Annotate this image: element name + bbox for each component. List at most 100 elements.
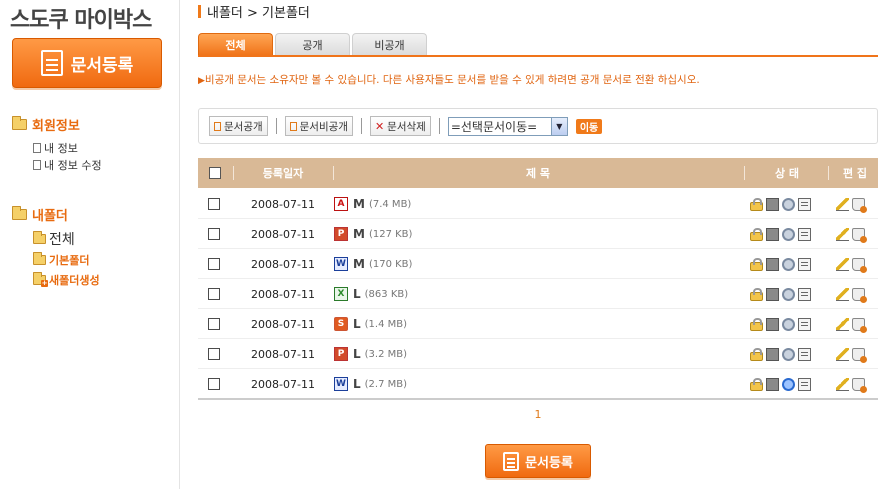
webpage-icon[interactable] bbox=[798, 317, 811, 331]
register-document-button-bottom[interactable]: 문서등록 bbox=[485, 444, 591, 478]
file-size: (1.4 MB) bbox=[364, 318, 408, 330]
header-title: 제 목 bbox=[525, 167, 551, 180]
row-checkbox-cell bbox=[208, 339, 220, 369]
chevron-down-icon[interactable]: ▼ bbox=[550, 117, 567, 135]
word-file-icon: W bbox=[334, 257, 348, 271]
row-title[interactable]: S L (1.4 MB) bbox=[334, 309, 407, 339]
row-checkbox[interactable] bbox=[208, 378, 220, 390]
member-info-section[interactable]: 회원정보 bbox=[12, 115, 80, 134]
row-checkbox[interactable] bbox=[208, 228, 220, 240]
row-checkbox-cell bbox=[208, 189, 220, 219]
ie-icon[interactable] bbox=[782, 197, 795, 211]
make-public-button[interactable]: 문서공개 bbox=[209, 116, 268, 136]
row-checkbox[interactable] bbox=[208, 198, 220, 210]
select-all-checkbox[interactable] bbox=[209, 167, 221, 179]
delete-document-button[interactable]: ✕ 문서삭제 bbox=[369, 116, 431, 136]
page-number[interactable]: 1 bbox=[535, 408, 542, 421]
file-name[interactable]: L bbox=[353, 317, 361, 331]
file-name[interactable]: M bbox=[353, 197, 365, 211]
tab-all[interactable]: 전체 bbox=[198, 33, 273, 55]
pencil-icon[interactable] bbox=[836, 377, 849, 391]
delete-icon[interactable] bbox=[852, 317, 867, 333]
webpage-icon[interactable] bbox=[798, 227, 811, 241]
webpage-icon[interactable] bbox=[798, 347, 811, 361]
row-checkbox[interactable] bbox=[208, 258, 220, 270]
move-document-select[interactable]: =선택문서이동= ▼ bbox=[447, 116, 568, 136]
screen-icon[interactable] bbox=[766, 377, 779, 391]
notice-message: 비공개 문서는 소유자만 볼 수 있습니다. 다른 사용자들도 문서를 받을 수… bbox=[204, 74, 700, 86]
lock-icon[interactable] bbox=[750, 257, 763, 271]
table-header: 등록일자 제 목 상 태 편 집 bbox=[198, 158, 878, 188]
pencil-icon[interactable] bbox=[836, 317, 849, 331]
file-size: (863 KB) bbox=[364, 288, 409, 300]
ie-icon[interactable] bbox=[782, 287, 795, 301]
lock-icon[interactable] bbox=[750, 377, 763, 391]
screen-icon[interactable] bbox=[766, 317, 779, 331]
sidebar-item-all-folder[interactable]: 전체 bbox=[33, 229, 75, 249]
sidebar-item-basic-folder[interactable]: 기본폴더 bbox=[33, 252, 89, 268]
pencil-icon[interactable] bbox=[836, 287, 849, 301]
delete-icon[interactable] bbox=[852, 377, 867, 393]
row-title[interactable]: W L (2.7 MB) bbox=[334, 369, 407, 399]
pencil-icon[interactable] bbox=[836, 257, 849, 271]
pencil-icon[interactable] bbox=[836, 227, 849, 241]
make-private-button[interactable]: 문서비공개 bbox=[284, 116, 353, 136]
delete-icon[interactable] bbox=[852, 347, 867, 363]
lock-icon[interactable] bbox=[750, 227, 763, 241]
row-checkbox[interactable] bbox=[208, 348, 220, 360]
row-title[interactable]: A M (7.4 MB) bbox=[334, 189, 411, 219]
document-toolbar: 문서공개 문서비공개 ✕ 문서삭제 =선택문서이동= ▼ 이동 bbox=[198, 108, 878, 144]
lock-icon[interactable] bbox=[750, 287, 763, 301]
move-button[interactable]: 이동 bbox=[575, 118, 603, 134]
row-title[interactable]: P L (3.2 MB) bbox=[334, 339, 407, 369]
sidebar-item-label: 새폴더생성 bbox=[49, 274, 100, 287]
pencil-icon[interactable] bbox=[836, 347, 849, 361]
row-checkbox-cell bbox=[208, 219, 220, 249]
row-title[interactable]: X L (863 KB) bbox=[334, 279, 408, 309]
screen-icon[interactable] bbox=[766, 287, 779, 301]
my-folder-section[interactable]: 내폴더 bbox=[12, 205, 68, 224]
ie-icon[interactable] bbox=[782, 377, 795, 391]
screen-icon[interactable] bbox=[766, 227, 779, 241]
row-checkbox[interactable] bbox=[208, 288, 220, 300]
tab-private[interactable]: 비공개 bbox=[352, 33, 427, 55]
file-name[interactable]: L bbox=[353, 287, 361, 301]
screen-icon[interactable] bbox=[766, 197, 779, 211]
sidebar-item-my-info[interactable]: 내 정보 bbox=[33, 140, 78, 156]
row-checkbox[interactable] bbox=[208, 318, 220, 330]
site-logo[interactable]: 스도쿠 마이박스 bbox=[10, 2, 152, 34]
move-select-value: =선택문서이동= bbox=[450, 119, 538, 134]
row-date: 2008-07-11 bbox=[251, 317, 315, 331]
lock-icon[interactable] bbox=[750, 317, 763, 331]
file-name[interactable]: L bbox=[353, 347, 361, 361]
ie-icon[interactable] bbox=[782, 347, 795, 361]
row-title[interactable]: P M (127 KB) bbox=[334, 219, 412, 249]
file-name[interactable]: M bbox=[353, 227, 365, 241]
delete-icon[interactable] bbox=[852, 257, 867, 273]
sidebar-item-new-folder[interactable]: + 새폴더생성 bbox=[33, 272, 100, 288]
header-status: 상 태 bbox=[774, 167, 800, 180]
delete-icon[interactable] bbox=[852, 197, 867, 213]
delete-icon[interactable] bbox=[852, 287, 867, 303]
screen-icon[interactable] bbox=[766, 257, 779, 271]
webpage-icon[interactable] bbox=[798, 197, 811, 211]
ie-icon[interactable] bbox=[782, 257, 795, 271]
sidebar-item-edit-info[interactable]: 내 정보 수정 bbox=[33, 157, 102, 173]
delete-icon[interactable] bbox=[852, 227, 867, 243]
screen-icon[interactable] bbox=[766, 347, 779, 361]
webpage-icon[interactable] bbox=[798, 287, 811, 301]
row-status bbox=[750, 219, 814, 249]
tab-public[interactable]: 공개 bbox=[275, 33, 350, 55]
file-name[interactable]: M bbox=[353, 257, 365, 271]
file-name[interactable]: L bbox=[353, 377, 361, 391]
lock-icon[interactable] bbox=[750, 197, 763, 211]
ie-icon[interactable] bbox=[782, 317, 795, 331]
webpage-icon[interactable] bbox=[798, 377, 811, 391]
file-size: (7.4 MB) bbox=[368, 198, 412, 210]
ie-icon[interactable] bbox=[782, 227, 795, 241]
pencil-icon[interactable] bbox=[836, 197, 849, 211]
row-title[interactable]: W M (170 KB) bbox=[334, 249, 412, 279]
lock-icon[interactable] bbox=[750, 347, 763, 361]
webpage-icon[interactable] bbox=[798, 257, 811, 271]
register-document-button[interactable]: 문서등록 bbox=[12, 38, 162, 88]
